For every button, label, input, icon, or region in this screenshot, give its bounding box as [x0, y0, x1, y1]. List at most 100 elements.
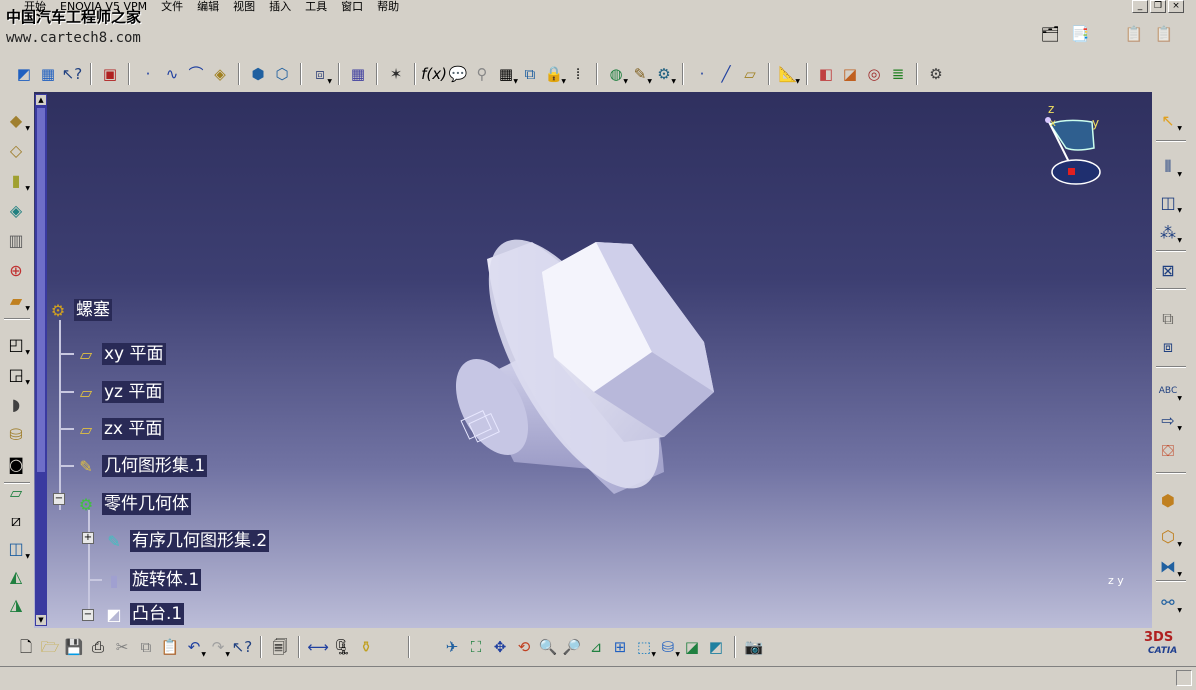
body-insert-icon[interactable]: ◫ ▼ [1154, 190, 1182, 216]
tree-item-xy-plane[interactable]: ▱ xy 平面 [60, 342, 166, 366]
tree-item-geometrical-set[interactable]: ✎ 几何图形集.1 [60, 454, 208, 478]
restore-button[interactable]: ❐ [1150, 0, 1166, 13]
cut-icon[interactable]: ✂ [110, 635, 134, 659]
select-arrow-icon[interactable]: ↖ ▼ [1154, 108, 1182, 134]
workbench-switch-icon[interactable]: 🗂 [1038, 22, 1062, 46]
print-icon[interactable]: ⎙ [86, 635, 110, 659]
menu-view[interactable]: 视图 [226, 0, 262, 14]
iso-view-icon[interactable]: ⬚ ▼ [632, 635, 656, 659]
help-pointer-icon[interactable]: ↖? [230, 635, 254, 659]
target-icon[interactable]: ◎ [862, 62, 886, 86]
menu-tools[interactable]: 工具 [298, 0, 334, 14]
split-icon[interactable]: ⬡ [270, 62, 294, 86]
tree-item-shaft[interactable]: ▮ 旋转体.1 [90, 568, 202, 592]
tree-scrollbar[interactable]: ▲ ▼ [35, 94, 47, 626]
update-all-icon[interactable]: 🗐 [268, 635, 292, 659]
rotate-icon[interactable]: ⟲ [512, 635, 536, 659]
menu-file[interactable]: 文件 [154, 0, 190, 14]
paste-icon[interactable]: 📋 [158, 635, 182, 659]
menu-insert[interactable]: 插入 [262, 0, 298, 14]
instantiate-icon[interactable]: ⧈ [1154, 334, 1182, 360]
sketch-icon[interactable]: ◩ [12, 62, 36, 86]
plane-tool-icon[interactable]: ▱ [738, 62, 762, 86]
tree-item-pad[interactable]: ◩ 凸台.1 [102, 602, 185, 626]
assemble-icon[interactable]: ⧓ ▼ [1154, 554, 1182, 580]
close-button[interactable]: × [1168, 0, 1184, 13]
tree-item-yz-plane[interactable]: ▱ yz 平面 [60, 380, 165, 404]
extrude-surface-icon[interactable]: ◈ [208, 62, 232, 86]
design-table-icon[interactable]: ▦ ▼ [494, 62, 518, 86]
fit-all-in-icon[interactable]: ⛶ [464, 635, 488, 659]
material-icon[interactable]: ⛋ [1154, 438, 1182, 464]
spline-icon[interactable]: ∿ [160, 62, 184, 86]
analysis-icon[interactable]: ◍ ▼ [604, 62, 628, 86]
shaft-tool-icon[interactable]: ▮ ▼ [2, 168, 30, 194]
hole-tool-icon[interactable]: ▥ [2, 228, 30, 254]
zoom-in-icon[interactable]: 🔍 [536, 635, 560, 659]
point-icon[interactable]: · [136, 62, 160, 86]
render-icon[interactable]: ◪ [838, 62, 862, 86]
scroll-up-icon[interactable]: ▲ [36, 95, 46, 105]
comment-icon[interactable]: 💬 [446, 62, 470, 86]
hierarchy-icon[interactable]: ⧉ [518, 62, 542, 86]
tree-item-part-body[interactable]: ⚙ 零件几何体 [74, 492, 191, 516]
lock-icon[interactable]: 🔒 ▼ [542, 62, 566, 86]
positioned-sketch-icon[interactable]: ▦ [36, 62, 60, 86]
arc-icon[interactable]: ⌒ [184, 62, 208, 86]
scroll-down-icon[interactable]: ▼ [36, 615, 46, 625]
undo-icon[interactable]: ↶ ▼ [182, 635, 206, 659]
status-input-field[interactable] [1176, 670, 1192, 686]
rib-tool-icon[interactable]: ◈ [2, 198, 30, 224]
whats-this-icon[interactable]: ↖? [60, 62, 84, 86]
capture-icon[interactable]: 📷 [742, 635, 766, 659]
draft-tool-icon[interactable]: ◗ [2, 392, 30, 418]
layers-icon[interactable]: ≣ [886, 62, 910, 86]
constraint-icon[interactable]: ⫴ ▼ [1154, 154, 1182, 180]
menu-help[interactable]: 帮助 [370, 0, 406, 14]
pan-icon[interactable]: ✥ [488, 635, 512, 659]
translate-tool-icon[interactable]: ▱ [2, 480, 30, 506]
shell-tool-icon[interactable]: ⛁ [2, 422, 30, 448]
pad-tool-icon[interactable]: ◆ ▼ [2, 108, 30, 134]
chamfer-tool-icon[interactable]: ◲ ▼ [2, 362, 30, 388]
measure-inertia-icon[interactable]: ⚱ [354, 635, 378, 659]
thickness-tool-icon[interactable]: ◙ [2, 452, 30, 478]
workbench-options-icon[interactable]: 📑 [1068, 22, 1092, 46]
annotation-icon[interactable]: ABC ▼ [1154, 378, 1182, 404]
scale-tool-icon[interactable]: ◭ [2, 564, 30, 590]
mirror-tool-icon[interactable]: ⧄ [2, 508, 30, 534]
grid-icon[interactable]: ▦ [346, 62, 370, 86]
shading-icon[interactable]: ⛁ ▼ [656, 635, 680, 659]
line-icon[interactable]: ╱ [714, 62, 738, 86]
expander-part-body[interactable]: − [53, 493, 65, 505]
stiffener-tool-icon[interactable]: ▰ ▼ [2, 288, 30, 314]
expander-pad[interactable]: − [82, 609, 94, 621]
redo-icon[interactable]: ↷ ▼ [206, 635, 230, 659]
snap-icon[interactable]: ✶ [384, 62, 408, 86]
publication-icon[interactable]: ⇨ ▼ [1154, 408, 1182, 434]
update-icon[interactable]: ⚙ ▼ [652, 62, 676, 86]
catalog-icon[interactable]: ▣ [98, 62, 122, 86]
measure-between-icon[interactable]: ⟷ [306, 635, 330, 659]
pattern-grid-icon[interactable]: ⁂ ▼ [1154, 220, 1182, 246]
open-file-icon[interactable]: 🗁 [38, 635, 62, 659]
close-surface-icon[interactable]: ⚯ ▼ [1154, 590, 1182, 616]
hide-show-icon[interactable]: ◪ [680, 635, 704, 659]
zoom-out-icon[interactable]: 🔎 [560, 635, 584, 659]
parameter-icon[interactable]: ⚲ [470, 62, 494, 86]
swap-space-icon[interactable]: ◩ [704, 635, 728, 659]
measure-icon[interactable]: 📐 ▼ [776, 62, 800, 86]
solid-combine-icon[interactable]: ⬢ [1154, 488, 1182, 514]
measure-item-icon[interactable]: 🗜 [330, 635, 354, 659]
normal-view-icon[interactable]: ⊿ [584, 635, 608, 659]
reaction-icon[interactable]: ⦙ [566, 62, 590, 86]
minimize-button[interactable]: _ [1132, 0, 1148, 13]
split-tool-icon[interactable]: ◮ [2, 592, 30, 618]
scroll-thumb[interactable] [37, 108, 45, 472]
tree-item-zx-plane[interactable]: ▱ zx 平面 [60, 417, 165, 441]
join-icon[interactable]: ⬢ [246, 62, 270, 86]
settings-icon[interactable]: ⚙ [924, 62, 948, 86]
pattern-tool-icon[interactable]: ◫ ▼ [2, 536, 30, 562]
fly-mode-icon[interactable]: ✈ [440, 635, 464, 659]
check-icon[interactable]: ✎ ▼ [628, 62, 652, 86]
